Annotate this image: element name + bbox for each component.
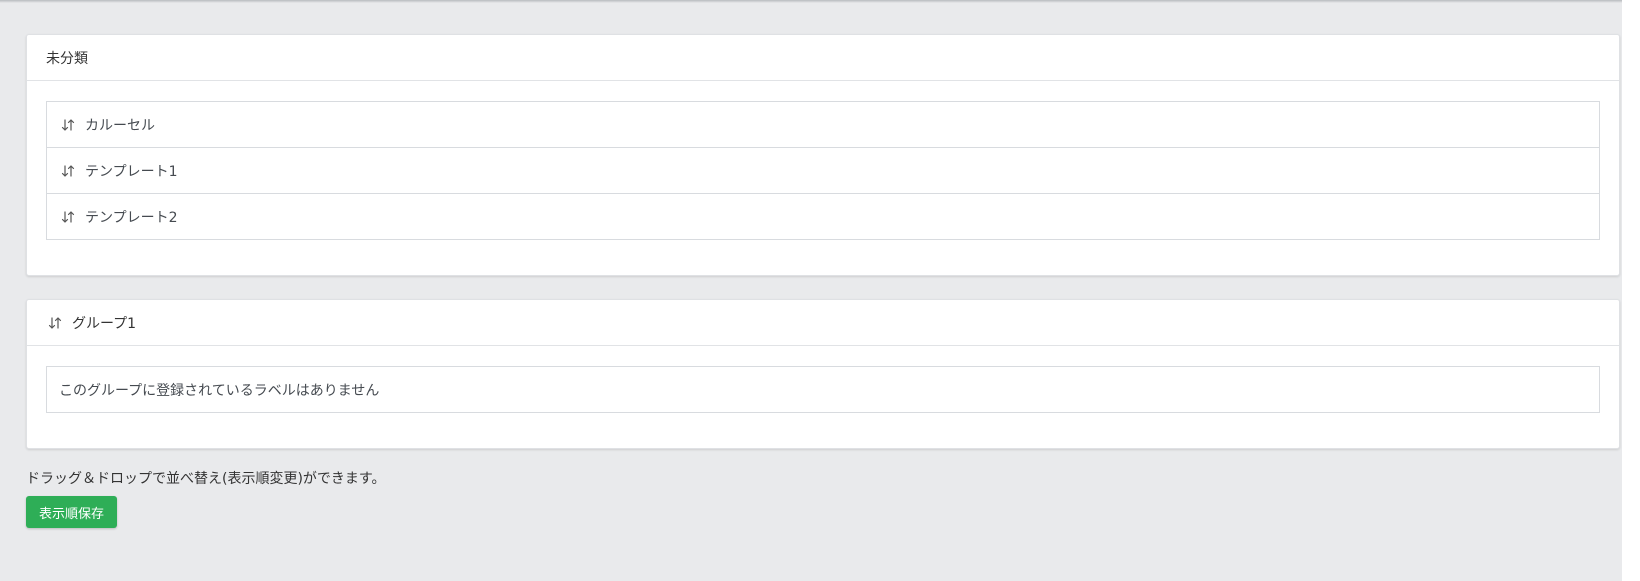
- drag-drop-note: ドラッグ＆ドロップで並べ替え(表示順変更)ができます。: [26, 471, 386, 487]
- group1-card-body: このグループに登録されているラベルはありません: [27, 346, 1619, 448]
- sort-arrows-icon: [59, 117, 77, 133]
- group1-card[interactable]: グループ1 このグループに登録されているラベルはありません: [26, 299, 1620, 449]
- uncategorized-card: 未分類 カルーセル テンプレート1 テンプレート2: [26, 34, 1620, 276]
- sort-arrows-icon: [59, 163, 77, 179]
- group1-empty-dropzone[interactable]: このグループに登録されているラベルはありません: [46, 366, 1600, 413]
- uncategorized-sort-list: カルーセル テンプレート1 テンプレート2: [46, 101, 1600, 240]
- main-content: 未分類 カルーセル テンプレート1 テンプレート2 グループ1 このグループに登…: [26, 34, 1620, 528]
- uncategorized-card-header: 未分類: [27, 35, 1619, 81]
- sortable-label-text: カルーセル: [85, 117, 155, 134]
- group1-title: グループ1: [72, 315, 137, 332]
- sortable-label-item[interactable]: テンプレート2: [47, 193, 1599, 239]
- right-edge-strip: [1622, 0, 1640, 581]
- sortable-label-item[interactable]: カルーセル: [47, 102, 1599, 147]
- sort-arrows-icon: [59, 209, 77, 225]
- top-shadow: [0, 0, 1640, 3]
- uncategorized-title: 未分類: [46, 50, 88, 67]
- sortable-label-text: テンプレート1: [85, 163, 178, 180]
- uncategorized-card-body: カルーセル テンプレート1 テンプレート2: [27, 81, 1619, 275]
- sortable-label-item[interactable]: テンプレート1: [47, 147, 1599, 193]
- sortable-label-text: テンプレート2: [85, 209, 178, 226]
- group1-empty-message: このグループに登録されているラベルはありません: [59, 382, 380, 399]
- sort-arrows-icon: [46, 315, 64, 331]
- save-order-button[interactable]: 表示順保存: [26, 496, 118, 528]
- group1-card-header[interactable]: グループ1: [27, 300, 1619, 346]
